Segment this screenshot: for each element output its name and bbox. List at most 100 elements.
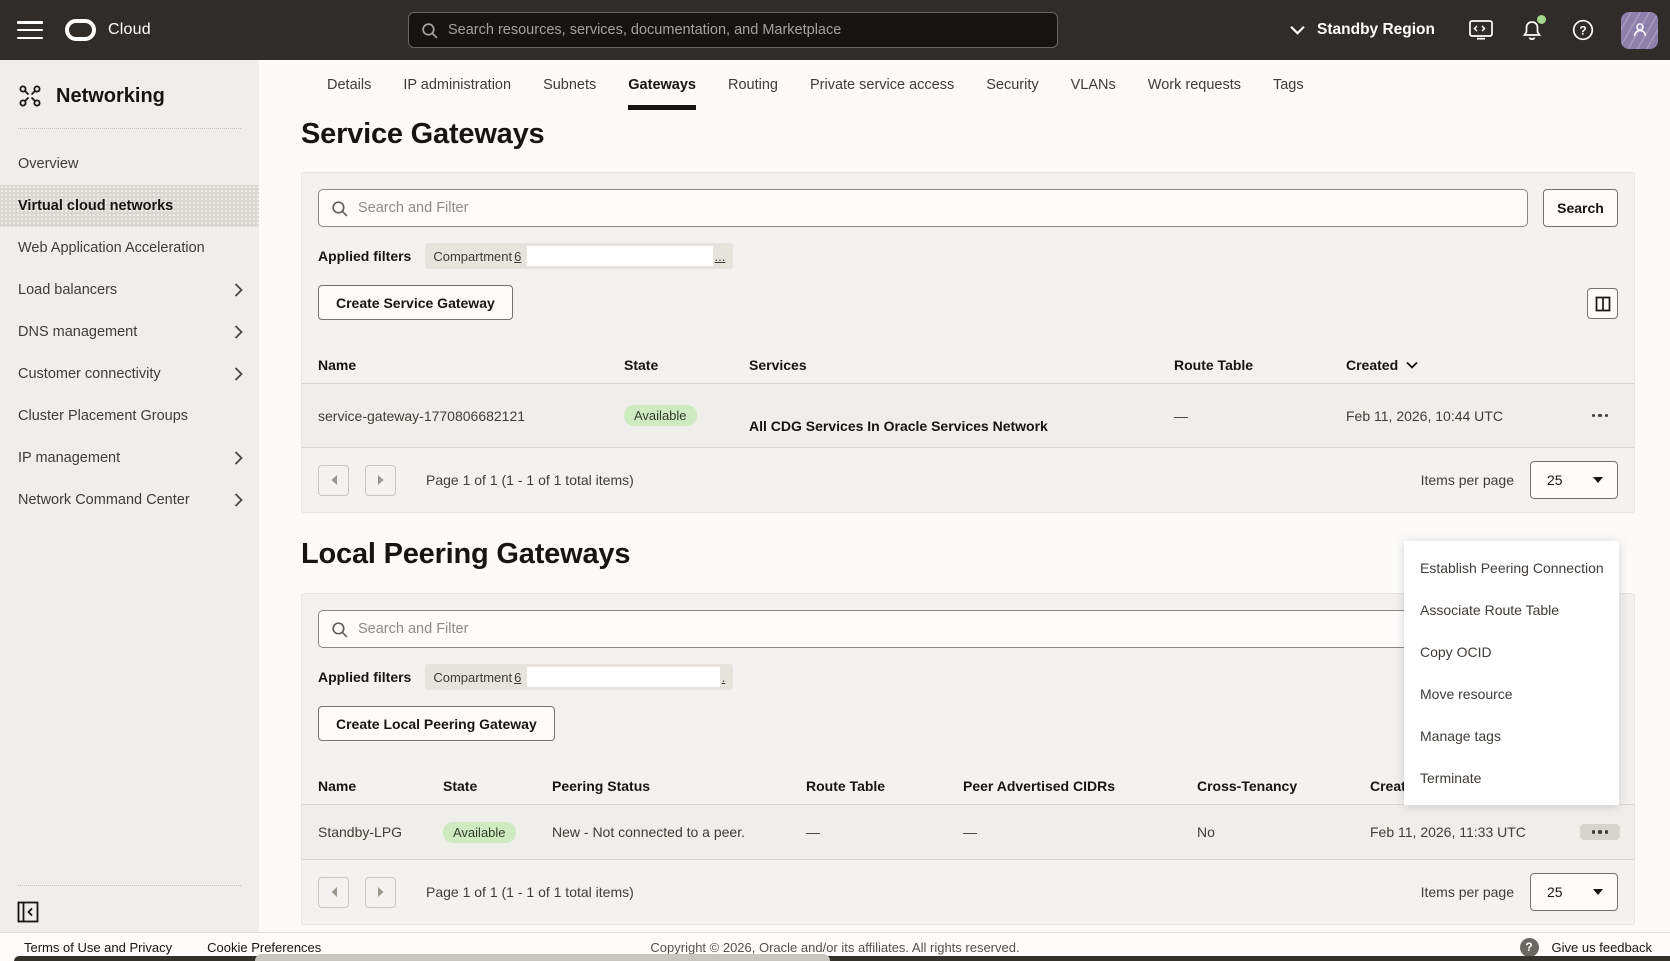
menu-item-copy-ocid[interactable]: Copy OCID xyxy=(1404,631,1619,673)
tab-routing[interactable]: Routing xyxy=(728,60,778,110)
sidebar-item-cluster-placement-groups[interactable]: Cluster Placement Groups xyxy=(0,395,259,437)
menu-item-establish-peering-connection[interactable]: Establish Peering Connection xyxy=(1404,547,1619,589)
col-services[interactable]: Services xyxy=(749,357,1174,373)
sidebar-item-dns-management[interactable]: DNS management xyxy=(0,311,259,353)
person-icon xyxy=(1631,21,1649,39)
lpg-compartment-filter-chip[interactable]: Compartment 6 . xyxy=(425,664,733,690)
tab-ip-administration[interactable]: IP administration xyxy=(403,60,511,110)
col-name[interactable]: Name xyxy=(318,357,624,373)
global-search-input[interactable] xyxy=(448,22,1045,38)
col-name[interactable]: Name xyxy=(318,778,443,794)
sg-applied-filters-label: Applied filters xyxy=(318,248,411,264)
lpg-search-input[interactable] xyxy=(358,621,1515,637)
create-local-peering-gateway-button[interactable]: Create Local Peering Gateway xyxy=(318,706,555,741)
region-selector[interactable]: Standby Region xyxy=(1290,21,1435,39)
sidebar-item-ip-management[interactable]: IP management xyxy=(0,437,259,479)
user-avatar[interactable] xyxy=(1621,12,1658,49)
col-created[interactable]: Created xyxy=(1346,357,1580,373)
sidebar-title: Networking xyxy=(56,85,165,108)
tab-security[interactable]: Security xyxy=(986,60,1038,110)
feedback-link[interactable]: Give us feedback xyxy=(1552,940,1652,955)
tab-gateways[interactable]: Gateways xyxy=(628,60,696,110)
tab-private-service-access[interactable]: Private service access xyxy=(810,60,954,110)
sg-row-name[interactable]: service-gateway-1770806682121 xyxy=(318,408,624,424)
collapse-sidebar-icon[interactable] xyxy=(17,901,39,923)
sg-compartment-filter-chip[interactable]: Compartment 6 ... xyxy=(425,243,733,269)
sidebar-item-load-balancers[interactable]: Load balancers xyxy=(0,269,259,311)
global-search[interactable] xyxy=(408,12,1058,48)
topbar: Cloud Standby Region ? xyxy=(0,0,1670,60)
sg-search-input[interactable] xyxy=(358,200,1515,216)
tab-subnets[interactable]: Subnets xyxy=(543,60,596,110)
tab-tags[interactable]: Tags xyxy=(1273,60,1304,110)
region-label: Standby Region xyxy=(1317,21,1435,39)
sg-row-services: All CDG Services In Oracle Services Netw… xyxy=(749,418,1174,447)
cookie-preferences-link[interactable]: Cookie Preferences xyxy=(207,940,321,955)
terms-link[interactable]: Terms of Use and Privacy xyxy=(24,940,172,955)
sg-table-row[interactable]: service-gateway-1770806682121 Available … xyxy=(302,384,1634,448)
lpg-search-filter[interactable] xyxy=(318,610,1528,648)
next-page-button[interactable] xyxy=(365,465,396,496)
items-per-page-select[interactable]: 25 xyxy=(1530,873,1618,911)
sg-columns-button[interactable] xyxy=(1587,288,1618,319)
redacted-text xyxy=(527,667,719,687)
col-state[interactable]: State xyxy=(624,357,749,373)
lpg-row-actions-ellipsis-icon[interactable] xyxy=(1580,824,1620,840)
col-route-table[interactable]: Route Table xyxy=(806,778,963,794)
lpg-table-row[interactable]: Standby-LPG Available New - Not connecte… xyxy=(302,805,1634,860)
col-peer-advertised-cidrs[interactable]: Peer Advertised CIDRs xyxy=(963,778,1197,794)
chevron-right-icon xyxy=(234,493,243,507)
help-icon[interactable]: ? xyxy=(1570,17,1596,43)
create-service-gateway-button[interactable]: Create Service Gateway xyxy=(318,285,513,320)
lpg-applied-filters-label: Applied filters xyxy=(318,669,411,685)
sidebar-item-overview[interactable]: Overview xyxy=(0,143,259,185)
bottom-toast-edge xyxy=(255,954,830,961)
tab-work-requests[interactable]: Work requests xyxy=(1148,60,1241,110)
chip-more-link[interactable]: . xyxy=(722,670,726,685)
redacted-text xyxy=(527,246,712,266)
chip-more-link[interactable]: ... xyxy=(715,249,726,264)
prev-page-button[interactable] xyxy=(318,877,349,908)
sg-search-button[interactable]: Search xyxy=(1543,189,1618,227)
col-state[interactable]: State xyxy=(443,778,552,794)
sg-pagination: Page 1 of 1 (1 - 1 of 1 total items) Ite… xyxy=(302,448,1634,512)
menu-item-terminate[interactable]: Terminate xyxy=(1404,757,1619,799)
oracle-logo-icon xyxy=(65,19,96,41)
next-page-icon xyxy=(377,886,385,898)
next-page-button[interactable] xyxy=(365,877,396,908)
tabbar: Details IP administration Subnets Gatewa… xyxy=(259,60,1670,110)
brand[interactable]: Cloud xyxy=(65,19,151,41)
caret-down-icon xyxy=(1593,477,1603,483)
items-per-page-select[interactable]: 25 xyxy=(1530,461,1618,499)
hamburger-menu-icon[interactable] xyxy=(17,20,43,40)
question-icon[interactable]: ? xyxy=(1520,938,1539,957)
menu-item-associate-route-table[interactable]: Associate Route Table xyxy=(1404,589,1619,631)
tab-details[interactable]: Details xyxy=(327,60,371,110)
sg-search-filter[interactable] xyxy=(318,189,1528,227)
menu-item-move-resource[interactable]: Move resource xyxy=(1404,673,1619,715)
lpg-row-name[interactable]: Standby-LPG xyxy=(318,824,443,840)
tab-vlans[interactable]: VLANs xyxy=(1071,60,1116,110)
sidebar-item-web-application-acceleration[interactable]: Web Application Acceleration xyxy=(0,227,259,269)
search-icon xyxy=(331,621,348,638)
service-gateways-panel: Search Applied filters Compartment 6 ...… xyxy=(301,172,1635,513)
next-page-icon xyxy=(377,474,385,486)
notifications-bell-icon[interactable] xyxy=(1519,17,1545,43)
sidebar-item-virtual-cloud-networks[interactable]: Virtual cloud networks xyxy=(0,185,259,227)
col-cross-tenancy[interactable]: Cross-Tenancy xyxy=(1197,778,1370,794)
sidebar-item-network-command-center[interactable]: Network Command Center xyxy=(0,479,259,521)
col-route-table[interactable]: Route Table xyxy=(1174,357,1346,373)
sg-row-created: Feb 11, 2026, 10:44 UTC xyxy=(1346,408,1580,424)
chevron-right-icon xyxy=(234,451,243,465)
chevron-down-icon xyxy=(1290,25,1305,35)
divider xyxy=(18,128,241,129)
chevron-right-icon xyxy=(234,283,243,297)
sg-row-actions-ellipsis-icon[interactable] xyxy=(1580,408,1620,424)
prev-page-button[interactable] xyxy=(318,465,349,496)
lpg-row-cross-tenancy: No xyxy=(1197,824,1370,840)
cloud-shell-icon[interactable] xyxy=(1468,17,1494,43)
menu-item-manage-tags[interactable]: Manage tags xyxy=(1404,715,1619,757)
sg-table-header: Name State Services Route Table Created xyxy=(302,346,1634,384)
col-peering-status[interactable]: Peering Status xyxy=(552,778,806,794)
sidebar-item-customer-connectivity[interactable]: Customer connectivity xyxy=(0,353,259,395)
